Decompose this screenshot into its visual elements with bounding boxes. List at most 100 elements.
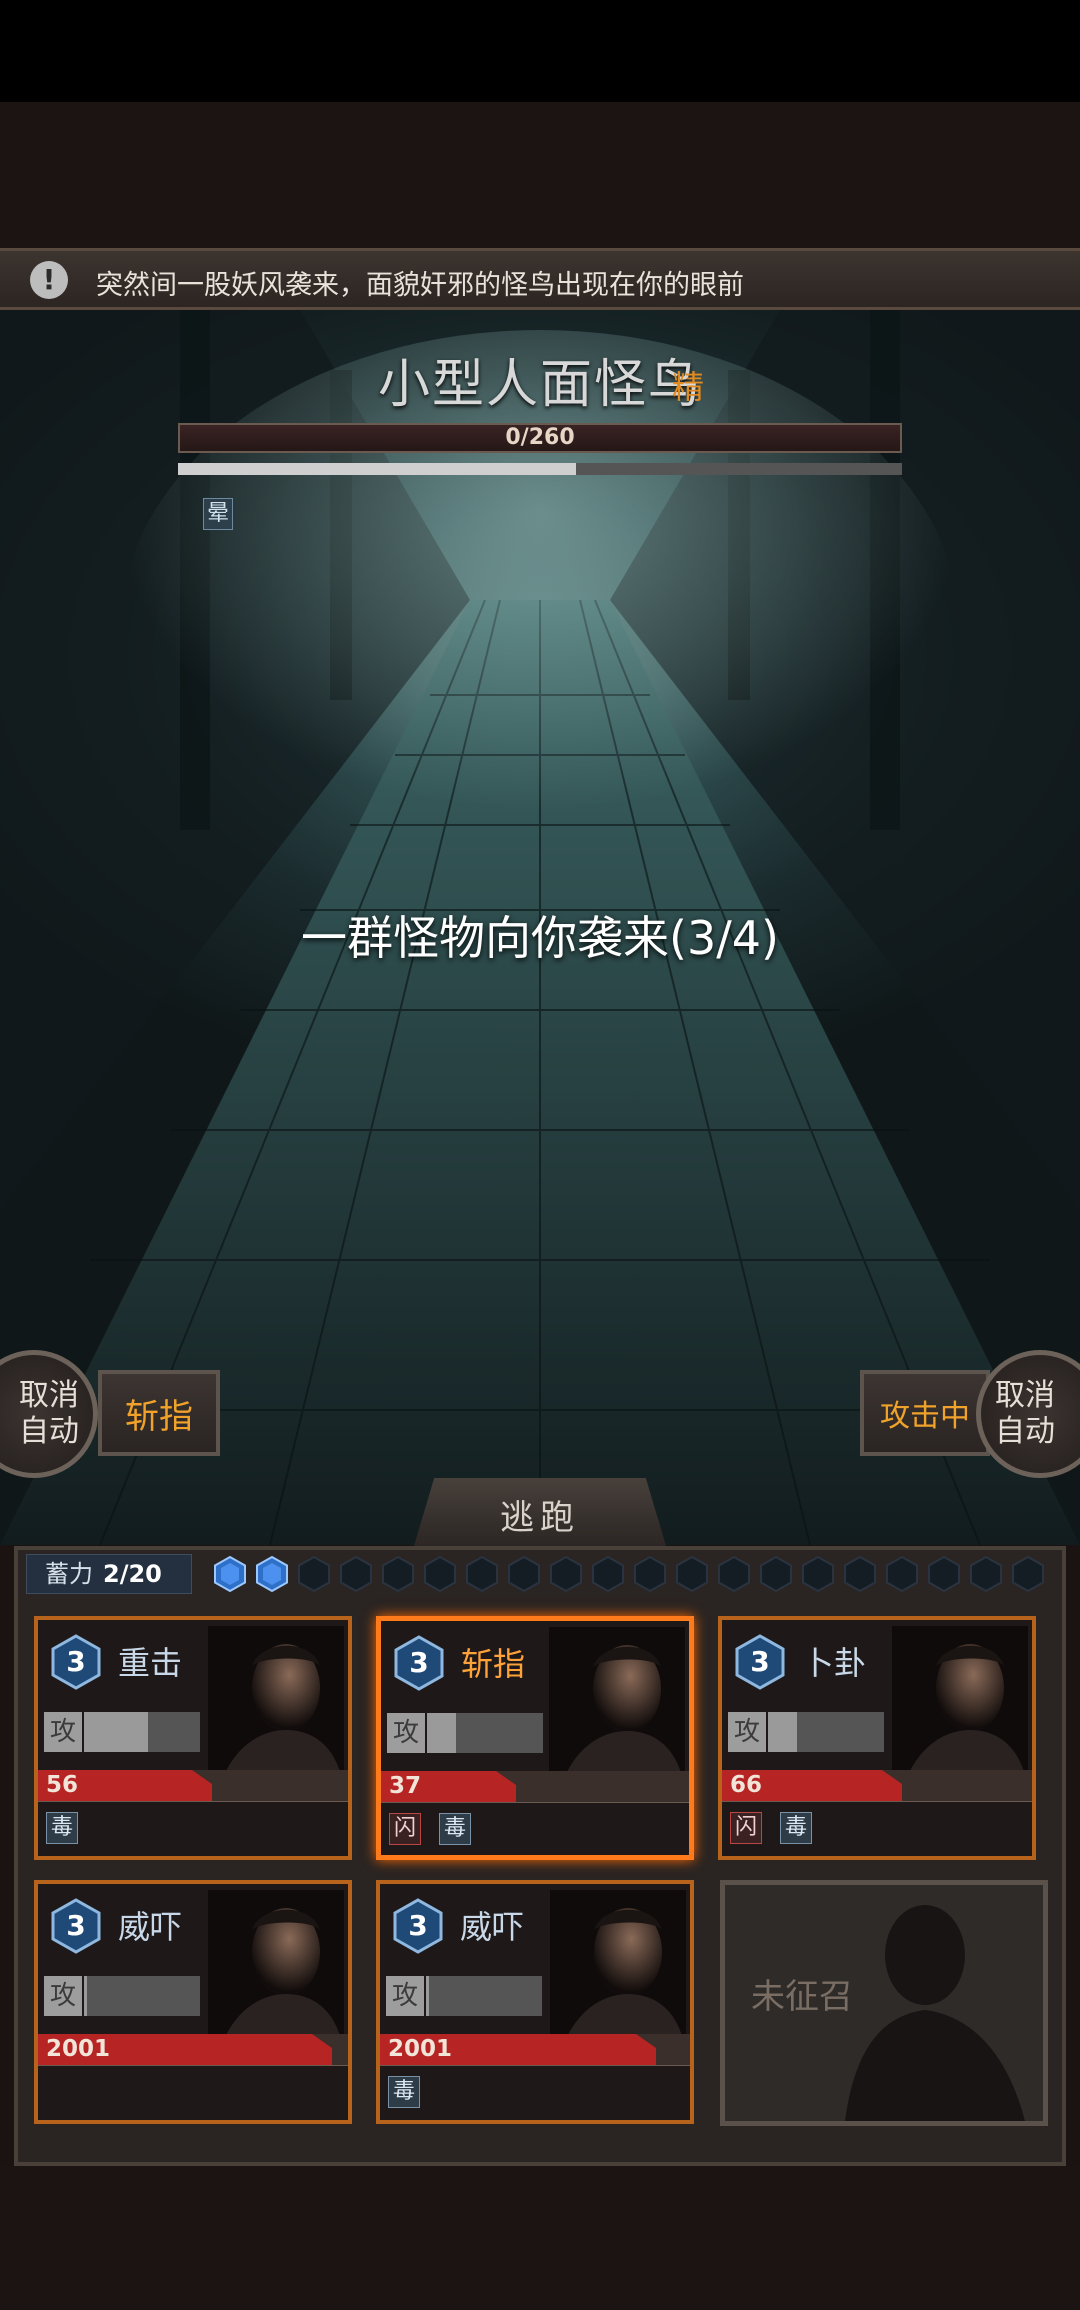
hero-hp-value: 56 [46, 1772, 79, 1798]
cancel-auto-left-label: 取消 自动 [19, 1378, 79, 1449]
hero-portrait [208, 1890, 344, 2054]
level-badge-icon: 3 [734, 1634, 786, 1690]
dodge-buff-icon: 闪 [730, 1812, 762, 1844]
left-skill-button[interactable]: 斩指 [98, 1370, 220, 1456]
hero-card[interactable]: 3 卜卦攻 66 闪毒 [718, 1616, 1036, 1860]
bottom-margin [0, 2166, 1080, 2310]
charge-gem-empty [296, 1556, 332, 1592]
hero-portrait [208, 1626, 344, 1790]
charge-gem-empty [422, 1556, 458, 1592]
message-bar: ! 突然间一股妖风袭来，面貌奸邪的怪鸟出现在你的眼前 [0, 248, 1080, 310]
hero-hp-value: 2001 [46, 2036, 111, 2062]
hero-buffs: 毒 [46, 1812, 78, 1844]
attack-charge-bar [84, 1976, 200, 2016]
charge-gem-empty [632, 1556, 668, 1592]
hero-card[interactable]: 3 威吓攻 2001 [34, 1880, 352, 2124]
hero-skill-name: 威吓 [118, 1908, 183, 1946]
hero-buffs: 闪毒 [730, 1812, 812, 1844]
attacking-indicator[interactable]: 攻击中 [860, 1370, 990, 1456]
hero-portrait [550, 1890, 686, 2054]
flee-label: 逃跑 [500, 1498, 580, 1538]
message-text: 突然间一股妖风袭来，面貌奸邪的怪鸟出现在你的眼前 [96, 270, 744, 301]
attack-charge-bar [427, 1713, 543, 1753]
charge-gem-empty [968, 1556, 1004, 1592]
charge-gem-filled [254, 1556, 290, 1592]
top-margin [0, 102, 1080, 248]
poison-buff-icon: 毒 [780, 1812, 812, 1844]
attack-charge-fill [768, 1712, 797, 1752]
charge-gems [212, 1556, 1046, 1592]
level-badge-icon: 3 [392, 1898, 444, 1954]
attack-charge-bar [768, 1712, 884, 1752]
charge-gem-empty [464, 1556, 500, 1592]
charge-gem-empty [590, 1556, 626, 1592]
enemy-elite-tag: 精 [672, 368, 705, 406]
attack-charge-fill [426, 1976, 430, 2016]
dodge-buff-icon: 闪 [389, 1813, 421, 1845]
enemy-secondary-bar [178, 463, 902, 475]
hero-level: 3 [66, 1645, 86, 1678]
poison-buff-icon: 毒 [46, 1812, 78, 1844]
attack-label: 攻 [44, 1712, 82, 1752]
attack-charge-bar [426, 1976, 542, 2016]
enemy-hp-text: 0/260 [505, 425, 575, 450]
charge-gem-empty [338, 1556, 374, 1592]
info-icon: ! [30, 261, 68, 299]
attack-charge-bar [84, 1712, 200, 1752]
hero-hp-bar [722, 1770, 1032, 1802]
hero-level: 3 [750, 1645, 770, 1678]
hero-buffs: 闪毒 [389, 1813, 471, 1845]
charge-gem-empty [548, 1556, 584, 1592]
enemy-secondary-fill [178, 463, 577, 475]
attack-charge-fill [84, 1712, 148, 1752]
level-badge-icon: 3 [50, 1634, 102, 1690]
hero-card[interactable]: 3 威吓攻 2001 毒 [376, 1880, 694, 2124]
hero-portrait [892, 1626, 1028, 1790]
stun-status-icon: 晕 [203, 498, 233, 530]
charge-counter: 蓄力 2/20 [26, 1554, 192, 1594]
attack-label: 攻 [44, 1976, 82, 2016]
left-skill-label: 斩指 [125, 1396, 193, 1437]
charge-label: 蓄力 [45, 1560, 93, 1588]
hero-hp-value: 66 [730, 1772, 763, 1798]
empty-hero-slot[interactable]: 未征召 [720, 1880, 1048, 2126]
attack-label: 攻 [728, 1712, 766, 1752]
attack-label: 攻 [387, 1713, 425, 1753]
hero-skill-name: 重击 [118, 1644, 183, 1682]
charge-gem-empty [842, 1556, 878, 1592]
poison-buff-icon: 毒 [439, 1813, 471, 1845]
hero-hp-value: 2001 [388, 2036, 453, 2062]
hero-skill-name: 威吓 [460, 1908, 525, 1946]
battle-scene: 小型人面怪鸟 精 0/260 晕 一群怪物向你袭来(3/4) [0, 310, 1080, 1545]
hero-hp-bar [381, 1771, 689, 1803]
hero-hp-value: 37 [389, 1773, 422, 1799]
cancel-auto-right-label: 取消 自动 [995, 1378, 1055, 1449]
attack-charge-fill [427, 1713, 456, 1753]
hero-card[interactable]: 3 斩指攻 37 闪毒 [376, 1616, 694, 1860]
charge-gem-empty [716, 1556, 752, 1592]
charge-gem-empty [380, 1556, 416, 1592]
charge-gem-empty [674, 1556, 710, 1592]
charge-gem-empty [926, 1556, 962, 1592]
attack-label: 攻 [386, 1976, 424, 2016]
charge-gem-empty [800, 1556, 836, 1592]
charge-gem-empty [884, 1556, 920, 1592]
hero-skill-name: 斩指 [461, 1645, 526, 1683]
hero-level: 3 [66, 1909, 86, 1942]
hero-level: 3 [408, 1909, 428, 1942]
charge-gem-filled [212, 1556, 248, 1592]
hero-buffs: 毒 [388, 2076, 420, 2108]
level-badge-icon: 3 [50, 1898, 102, 1954]
attack-charge-fill [84, 1976, 88, 2016]
level-badge-icon: 3 [393, 1635, 445, 1691]
charge-gem-empty [1010, 1556, 1046, 1592]
flee-button[interactable]: 逃跑 [414, 1478, 666, 1546]
attacking-label: 攻击中 [880, 1399, 970, 1434]
enemy-name: 小型人面怪鸟 [377, 355, 702, 415]
charge-gem-empty [506, 1556, 542, 1592]
wave-announcement: 一群怪物向你袭来(3/4) [301, 911, 779, 965]
hero-portrait [549, 1627, 685, 1791]
enemy-hp-bar: 0/260 [178, 423, 902, 453]
hero-card[interactable]: 3 重击攻 56 毒 [34, 1616, 352, 1860]
hero-skill-name: 卜卦 [802, 1644, 867, 1682]
